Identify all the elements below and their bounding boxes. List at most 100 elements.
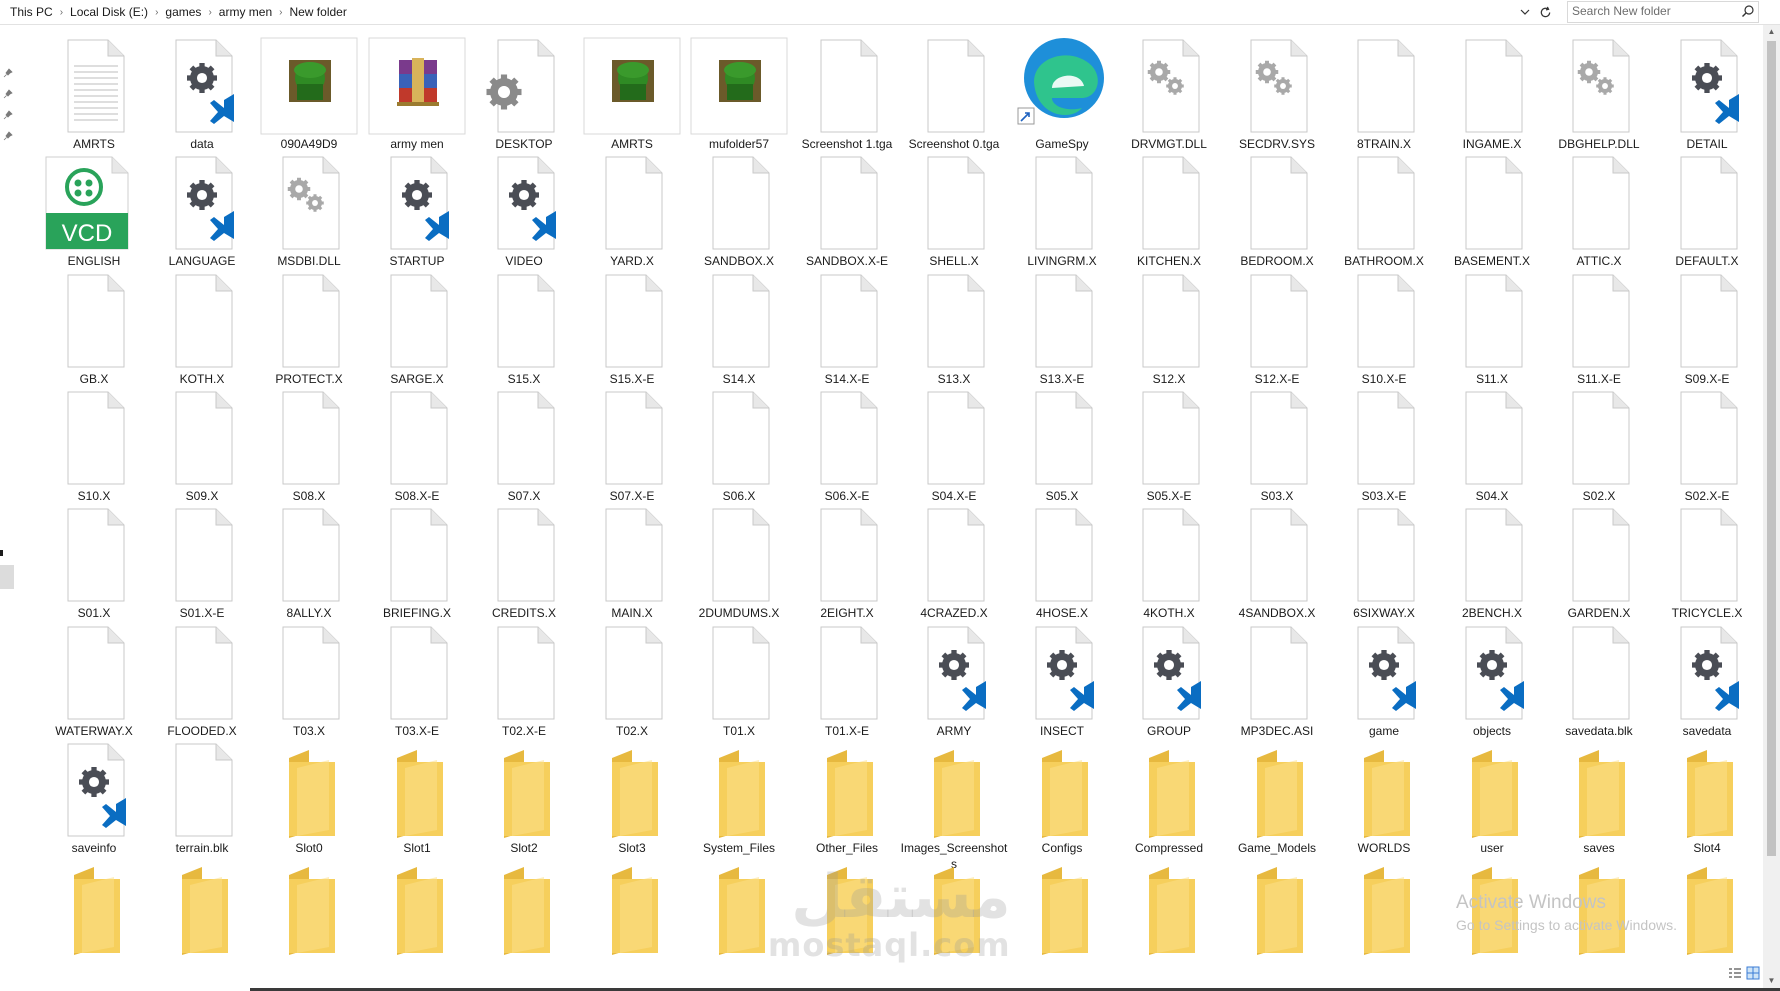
scroll-up-arrow-icon[interactable]: ▲ (1767, 27, 1776, 37)
file-item[interactable]: S04.X (1438, 388, 1546, 505)
file-item[interactable]: objects (1438, 623, 1546, 740)
file-item[interactable]: S03.X-E (1330, 388, 1438, 505)
file-item[interactable]: STARTUP (363, 153, 471, 270)
file-item[interactable]: 8ALLY.X (255, 505, 363, 622)
folder-item[interactable]: Slot0 (255, 740, 363, 857)
folder-item[interactable]: Slot1 (363, 740, 471, 857)
file-item[interactable]: DETAIL (1653, 36, 1760, 153)
file-item[interactable]: terrain.blk (148, 740, 256, 857)
folder-item[interactable]: Slot3 (578, 740, 686, 857)
file-item[interactable]: S02.X-E (1653, 388, 1760, 505)
file-item[interactable]: GameSpy (1008, 36, 1116, 153)
file-item[interactable]: 090A49D9 (255, 36, 363, 153)
file-item[interactable]: DESKTOP (470, 36, 578, 153)
scrollbar-thumb[interactable] (1767, 41, 1776, 856)
file-item[interactable]: S07.X-E (578, 388, 686, 505)
breadcrumb-games[interactable]: games (161, 5, 205, 19)
file-item[interactable]: LANGUAGE (148, 153, 256, 270)
file-item[interactable]: GROUP (1115, 623, 1223, 740)
folder-item[interactable] (1653, 857, 1760, 974)
file-item[interactable]: KOTH.X (148, 271, 256, 388)
search-icon[interactable] (1741, 4, 1755, 18)
file-item[interactable]: SARGE.X (363, 271, 471, 388)
file-item[interactable]: S10.X-E (1330, 271, 1438, 388)
file-item[interactable]: WATERWAY.X (40, 623, 148, 740)
folder-item[interactable] (1330, 857, 1438, 974)
file-item[interactable]: S05.X (1008, 388, 1116, 505)
file-item[interactable]: VIDEO (470, 153, 578, 270)
file-item[interactable]: S08.X (255, 388, 363, 505)
address-dropdown-button[interactable] (1516, 3, 1534, 21)
file-item[interactable]: SECDRV.SYS (1223, 36, 1331, 153)
folder-item[interactable]: Configs (1008, 740, 1116, 857)
file-item[interactable]: LIVINGRM.X (1008, 153, 1116, 270)
folder-item[interactable]: System_Files (685, 740, 793, 857)
file-item[interactable]: 6SIXWAY.X (1330, 505, 1438, 622)
file-item[interactable]: saveinfo (40, 740, 148, 857)
file-item[interactable]: 4HOSE.X (1008, 505, 1116, 622)
folder-item[interactable] (1115, 857, 1223, 974)
file-item[interactable]: S04.X-E (900, 388, 1008, 505)
file-item[interactable]: DRVMGT.DLL (1115, 36, 1223, 153)
file-item[interactable]: S02.X (1545, 388, 1653, 505)
file-item[interactable]: YARD.X (578, 153, 686, 270)
folder-item[interactable]: Images_Screenshots (900, 740, 1008, 871)
file-item[interactable]: 8TRAIN.X (1330, 36, 1438, 153)
pin-icon[interactable] (3, 68, 13, 78)
file-item[interactable]: MAIN.X (578, 505, 686, 622)
folder-item[interactable] (1438, 857, 1546, 974)
file-item[interactable]: TRICYCLE.X (1653, 505, 1760, 622)
details-view-icon[interactable] (1728, 966, 1742, 980)
file-item[interactable]: SANDBOX.X (685, 153, 793, 270)
folder-item[interactable] (40, 857, 148, 974)
file-item[interactable]: DEFAULT.X (1653, 153, 1760, 270)
large-icons-view-icon[interactable] (1746, 966, 1760, 980)
folder-item[interactable]: Game_Models (1223, 740, 1331, 857)
file-item[interactable]: S12.X-E (1223, 271, 1331, 388)
file-item[interactable]: S08.X-E (363, 388, 471, 505)
file-item[interactable]: 4CRAZED.X (900, 505, 1008, 622)
file-item[interactable]: DBGHELP.DLL (1545, 36, 1653, 153)
file-item[interactable]: 4KOTH.X (1115, 505, 1223, 622)
folder-item[interactable] (1545, 857, 1653, 974)
file-item[interactable]: army men (363, 36, 471, 153)
file-item[interactable]: SANDBOX.X-E (793, 153, 901, 270)
breadcrumb-army-men[interactable]: army men (215, 5, 276, 19)
file-item[interactable]: S15.X (470, 271, 578, 388)
file-item[interactable]: INSECT (1008, 623, 1116, 740)
folder-item[interactable]: Compressed (1115, 740, 1223, 857)
file-item[interactable]: mufolder57 (685, 36, 793, 153)
folder-item[interactable]: WORLDS (1330, 740, 1438, 857)
file-item[interactable]: S11.X (1438, 271, 1546, 388)
chevron-right-icon[interactable]: › (152, 7, 161, 18)
folder-item[interactable] (255, 857, 363, 974)
chevron-right-icon[interactable]: › (276, 7, 285, 18)
file-item[interactable]: S13.X-E (1008, 271, 1116, 388)
folder-item[interactable]: saves (1545, 740, 1653, 857)
file-item[interactable]: CREDITS.X (470, 505, 578, 622)
file-item[interactable]: S06.X-E (793, 388, 901, 505)
file-item[interactable]: S11.X-E (1545, 271, 1653, 388)
file-item[interactable]: S12.X (1115, 271, 1223, 388)
file-item[interactable]: S10.X (40, 388, 148, 505)
file-item[interactable]: S14.X-E (793, 271, 901, 388)
file-item[interactable]: S03.X (1223, 388, 1331, 505)
file-item[interactable]: 2DUMDUMS.X (685, 505, 793, 622)
file-item[interactable]: S09.X (148, 388, 256, 505)
file-item[interactable]: T01.X (685, 623, 793, 740)
scroll-down-arrow-icon[interactable]: ▼ (1767, 976, 1776, 986)
file-item[interactable]: savedata (1653, 623, 1760, 740)
file-item[interactable]: T03.X (255, 623, 363, 740)
breadcrumb-this-pc[interactable]: This PC (6, 5, 57, 19)
file-item[interactable]: T02.X (578, 623, 686, 740)
file-item[interactable]: MSDBI.DLL (255, 153, 363, 270)
folder-item[interactable]: Slot4 (1653, 740, 1760, 857)
file-item[interactable]: GARDEN.X (1545, 505, 1653, 622)
search-input[interactable] (1572, 3, 1732, 19)
file-item[interactable]: S01.X-E (148, 505, 256, 622)
file-item[interactable]: MP3DEC.ASI (1223, 623, 1331, 740)
file-item[interactable]: AMRTS (40, 36, 148, 153)
folder-item[interactable] (1008, 857, 1116, 974)
file-item[interactable]: T03.X-E (363, 623, 471, 740)
file-item[interactable]: ATTIC.X (1545, 153, 1653, 270)
